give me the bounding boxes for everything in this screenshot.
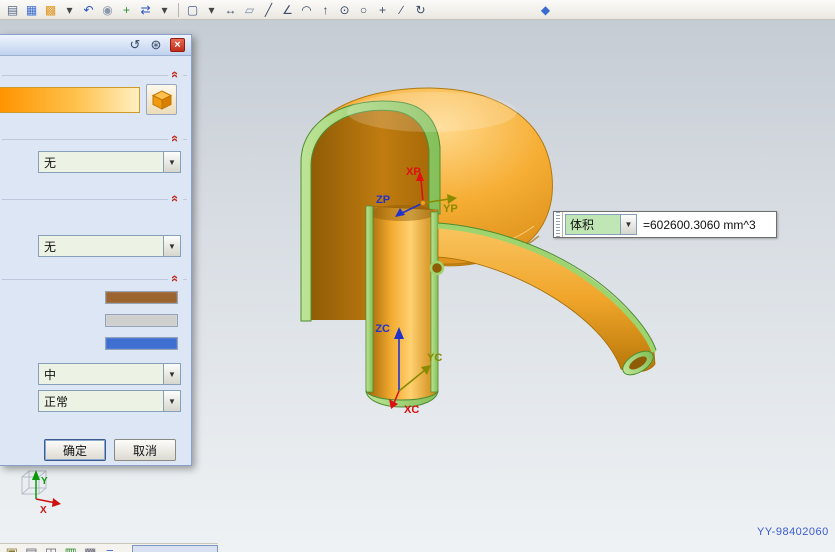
collapse-chevron-icon[interactable]: « — [168, 193, 183, 204]
section-divider: « — [2, 279, 187, 280]
vertical-tube — [366, 206, 438, 407]
dialog-titlebar[interactable]: ↺ ⊛ × — [0, 35, 191, 56]
cad-model[interactable] — [301, 88, 657, 407]
cancel-button[interactable]: 取消 — [114, 439, 176, 461]
collapse-chevron-icon[interactable]: « — [168, 133, 183, 144]
reset-icon[interactable]: ↺ — [127, 37, 143, 53]
line-width-dropdown[interactable]: 中 ▼ — [38, 363, 181, 385]
collapse-chevron-icon[interactable]: « — [168, 273, 183, 284]
chevron-down-icon[interactable]: ▼ — [163, 236, 180, 256]
shaded-cube-button[interactable] — [146, 84, 177, 115]
taskbar-icon[interactable]: ▥ — [61, 544, 81, 552]
view-orientation-triad: Y X — [22, 470, 61, 516]
csys-label-zp: ZP — [376, 194, 390, 206]
option-dropdown-1[interactable]: 无 ▼ — [38, 151, 181, 173]
chevron-down-icon[interactable]: ▼ — [163, 391, 180, 411]
gear-icon[interactable]: ⊛ — [148, 37, 164, 53]
application-window: ▤▦▩▾↶◉+⇄▾▢▾↔▱╱∠◠↑⊙○+∕↻◆ — [0, 0, 835, 552]
taskbar-window-button[interactable] — [132, 545, 218, 552]
chevron-down-icon[interactable]: ▼ — [163, 152, 180, 172]
taskbar-icon[interactable]: ▣ — [2, 544, 22, 552]
csys-label-xc: XC — [404, 404, 419, 416]
shaded-cube-icon — [151, 89, 173, 111]
edit-object-display-dialog: ↺ ⊛ × « « 无 ▼ « 无 ▼ — [0, 34, 192, 466]
bottom-toolbar: ▣▤◫▥▩≡ — [0, 543, 218, 552]
csys-label-xp: XP — [406, 166, 421, 178]
color-swatch-gray[interactable] — [105, 314, 178, 327]
triad-label-x: X — [40, 505, 47, 516]
section-divider: « — [2, 75, 187, 76]
taskbar-icon[interactable]: ◫ — [41, 544, 61, 552]
option-dropdown-2-value: 无 — [39, 236, 163, 256]
chevron-down-icon[interactable]: ▼ — [163, 364, 180, 384]
color-gradient-bar[interactable] — [0, 87, 140, 113]
section-divider: « — [2, 139, 187, 140]
option-dropdown-2[interactable]: 无 ▼ — [38, 235, 181, 257]
taskbar-icon[interactable]: ≡ — [100, 544, 120, 552]
csys-label-yp: YP — [443, 203, 458, 215]
watermark-text: YY-98402060 — [757, 526, 829, 538]
csys-label-zc: ZC — [375, 323, 390, 335]
taskbar-icon[interactable]: ▤ — [22, 544, 42, 552]
volume-box-drag-handle[interactable] — [554, 212, 563, 237]
color-swatch-blue[interactable] — [105, 337, 178, 350]
close-icon[interactable]: × — [170, 38, 185, 52]
chevron-down-icon[interactable]: ▼ — [620, 215, 636, 234]
line-width-value: 中 — [39, 364, 163, 384]
outlet-pipe — [438, 226, 655, 372]
option-dropdown-1-value: 无 — [39, 152, 163, 172]
volume-measure-box: 体积 ▼ =602600.3060 mm^3 — [553, 211, 777, 238]
ok-button[interactable]: 确定 — [44, 439, 106, 461]
taskbar-icon[interactable]: ▩ — [80, 544, 100, 552]
triad-label-y: Y — [41, 476, 48, 487]
collapse-chevron-icon[interactable]: « — [168, 69, 183, 80]
volume-value-field[interactable]: =602600.3060 mm^3 — [639, 212, 776, 237]
line-style-value: 正常 — [39, 391, 163, 411]
port-hole — [431, 262, 443, 274]
section-divider: « — [2, 199, 187, 200]
measure-type-select[interactable]: 体积 ▼ — [565, 214, 637, 235]
measure-type-label: 体积 — [566, 215, 620, 234]
color-swatch-brown[interactable] — [105, 291, 178, 304]
csys-label-yc: YC — [427, 352, 442, 364]
line-style-dropdown[interactable]: 正常 ▼ — [38, 390, 181, 412]
